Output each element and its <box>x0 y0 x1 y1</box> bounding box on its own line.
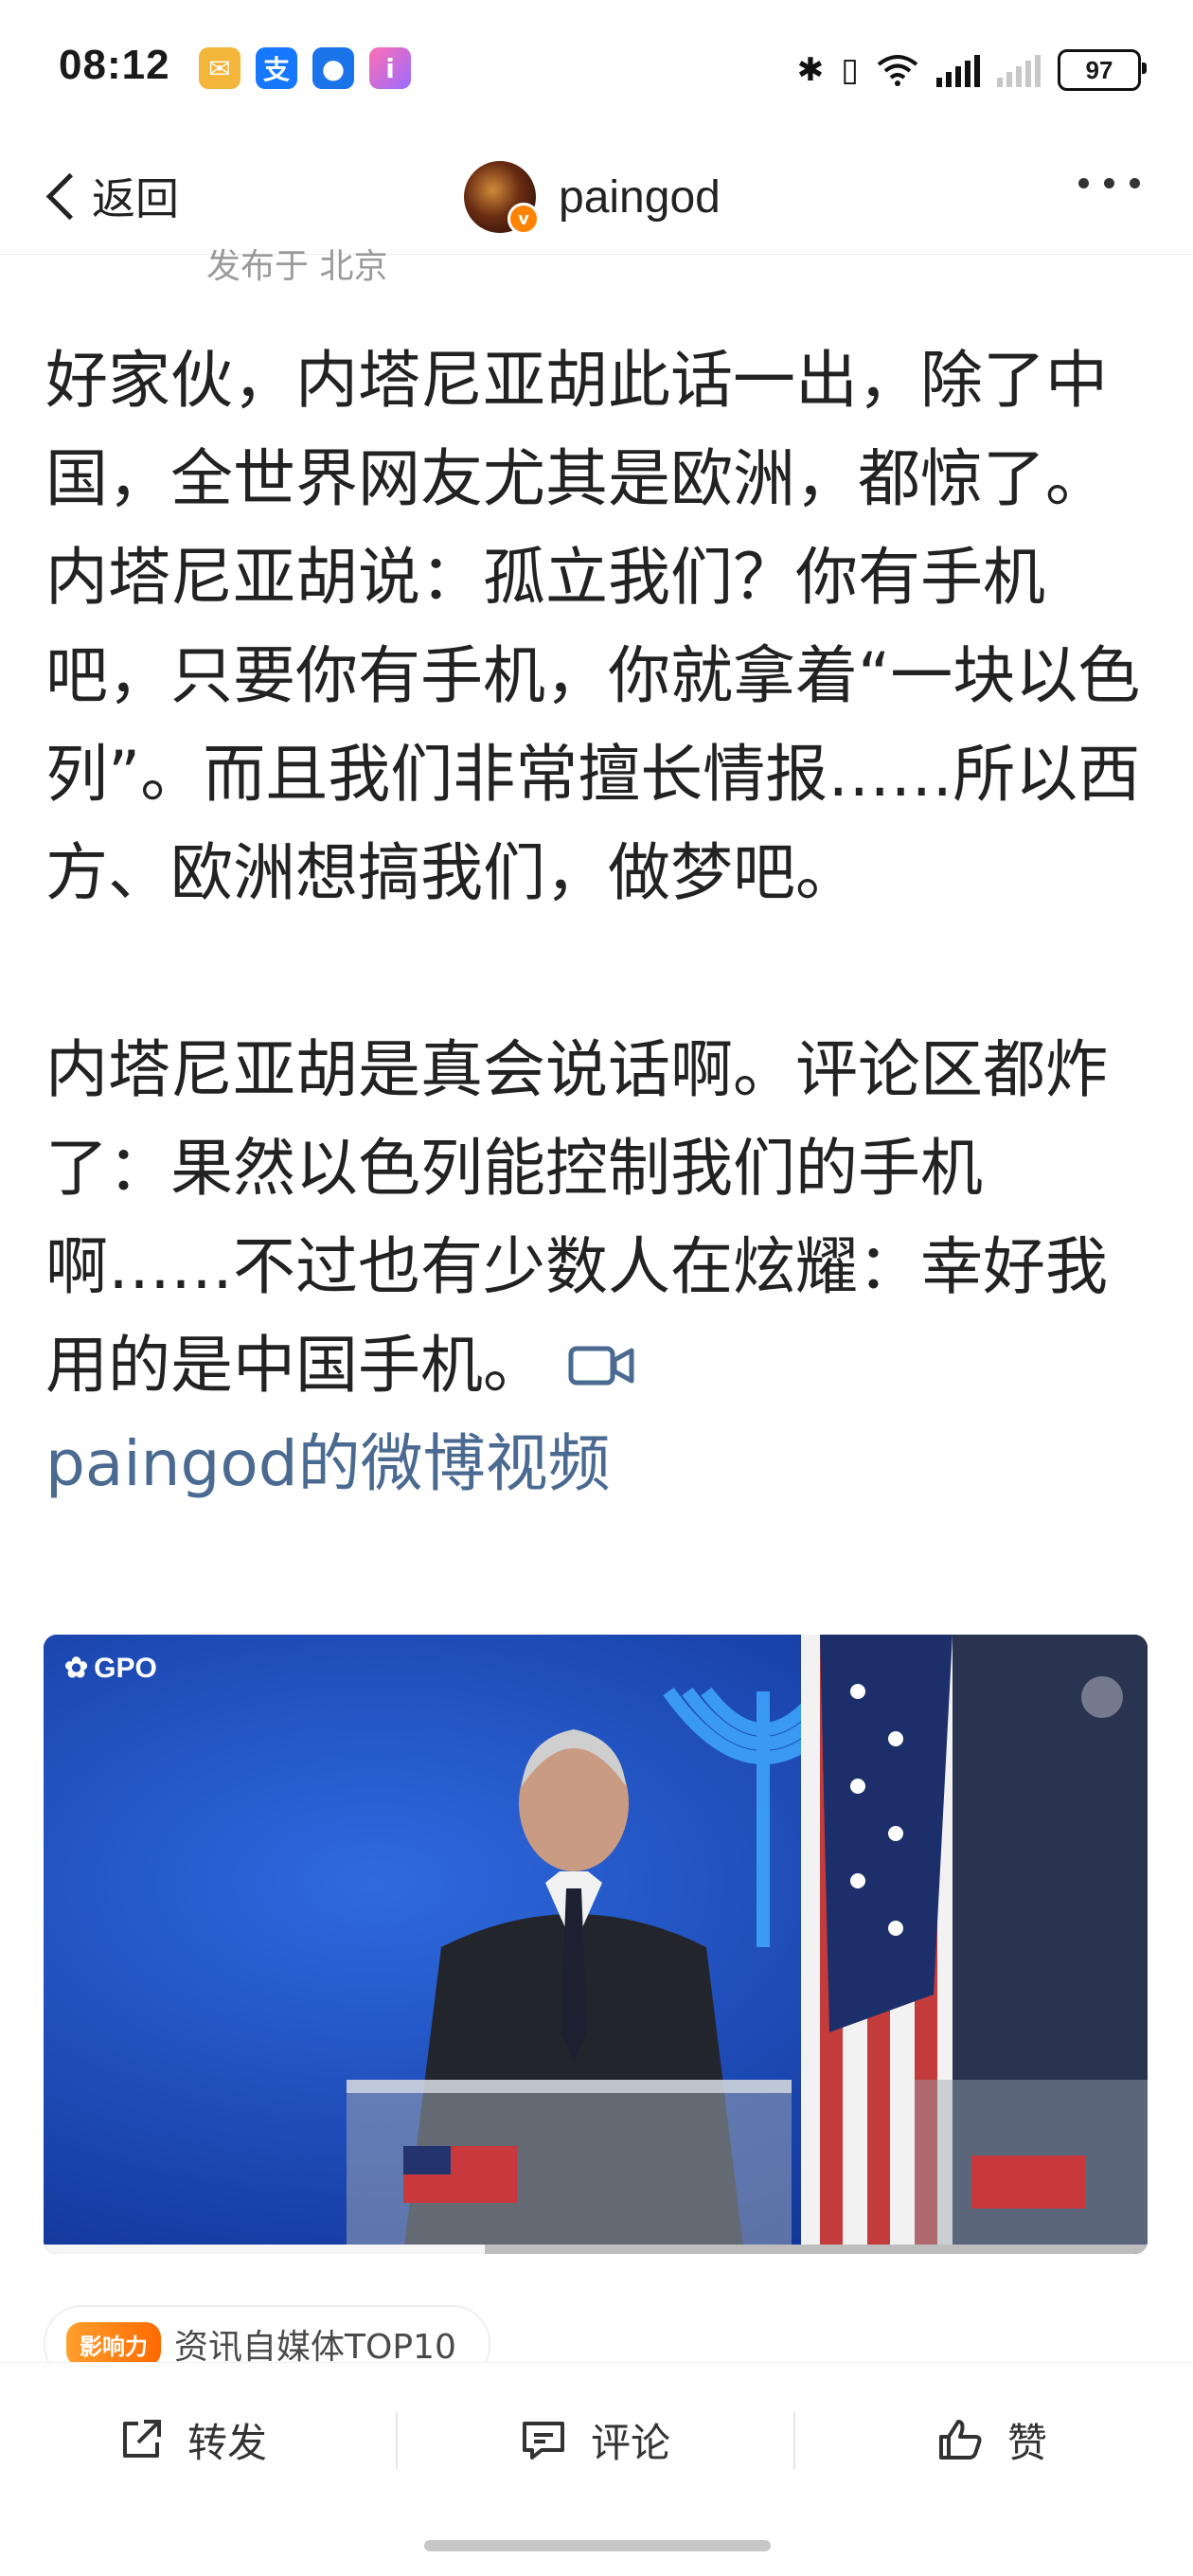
influence-badge: 影响力 <box>66 2321 161 2367</box>
chevron-left-icon <box>45 172 94 220</box>
comment-icon <box>523 2422 564 2460</box>
mail-icon: ✉ <box>199 47 240 89</box>
alipay-icon: 支 <box>256 47 297 89</box>
status-bar: 08:12 ✉ 支 ● i ✱ ▯ 97 <box>0 0 1193 142</box>
like-button[interactable]: 赞 <box>935 2406 1047 2473</box>
gpo-watermark: GPO <box>94 1652 157 1684</box>
divider <box>396 2412 398 2469</box>
battery-level: 97 <box>1085 55 1113 84</box>
post-paragraph: 好家伙，内塔尼亚胡此话一出，除了中国，全世界网友尤其是欧洲，都惊了。内塔尼亚胡说… <box>45 344 1141 909</box>
video-overlay-icon[interactable] <box>1081 1676 1123 1718</box>
gpo-logo: ✿ GPO <box>64 1652 157 1685</box>
comment-button[interactable]: 评论 <box>519 2406 670 2473</box>
repost-icon <box>123 2420 161 2458</box>
like-label: 赞 <box>1007 2419 1048 2466</box>
dot-icon <box>1130 178 1140 188</box>
home-indicator[interactable] <box>424 2540 771 2551</box>
status-icons: ✱ ▯ 97 <box>796 49 1147 91</box>
back-button[interactable]: 返回 <box>38 163 179 229</box>
action-bar: 转发 评论 赞 <box>0 2362 1193 2514</box>
bluetooth-icon: ✱ <box>796 51 825 89</box>
signal-icon <box>997 53 1041 87</box>
video-source-link[interactable]: paingod的微博视频 <box>45 1427 611 1500</box>
nav-bar: 返回 v paingod <box>0 142 1193 255</box>
comment-label: 评论 <box>591 2419 671 2466</box>
clover-icon: ✿ <box>64 1653 89 1684</box>
post-location: 发布于 北京 <box>206 247 388 286</box>
wifi-icon <box>877 55 918 86</box>
repost-label: 转发 <box>187 2419 268 2466</box>
vibrate-icon: ▯ <box>841 51 859 89</box>
dot-icon <box>1078 178 1089 188</box>
post-body: 好家伙，内塔尼亚胡此话一出，除了中国，全世界网友尤其是欧洲，都惊了。内塔尼亚胡说… <box>45 331 1153 1513</box>
divider <box>793 2412 795 2469</box>
shield-icon: ● <box>312 47 354 89</box>
more-options-button[interactable] <box>1078 178 1140 188</box>
repost-button[interactable]: 转发 <box>117 2406 267 2473</box>
video-player[interactable]: ✿ GPO <box>44 1635 1148 2254</box>
dot-icon <box>1104 178 1114 188</box>
author-header[interactable]: v paingod <box>464 152 721 242</box>
back-label: 返回 <box>92 173 179 224</box>
battery-icon: 97 <box>1058 49 1147 91</box>
avatar[interactable]: v <box>464 161 540 235</box>
video-frame <box>44 1635 1148 2254</box>
signal-icon <box>936 53 980 87</box>
post-paragraph: 内塔尼亚胡是真会说话啊。评论区都炸了：果然以色列能控制我们的手机啊……不过也有少… <box>45 1021 1153 1513</box>
status-time: 08:12 <box>59 42 170 88</box>
author-username[interactable]: paingod <box>559 171 721 224</box>
info-icon: i <box>369 47 411 89</box>
video-progress-bar[interactable] <box>44 2245 1148 2254</box>
video-camera-icon <box>568 1346 634 1386</box>
thumbs-up-icon <box>939 2420 982 2460</box>
verified-badge-icon: v <box>507 203 540 235</box>
